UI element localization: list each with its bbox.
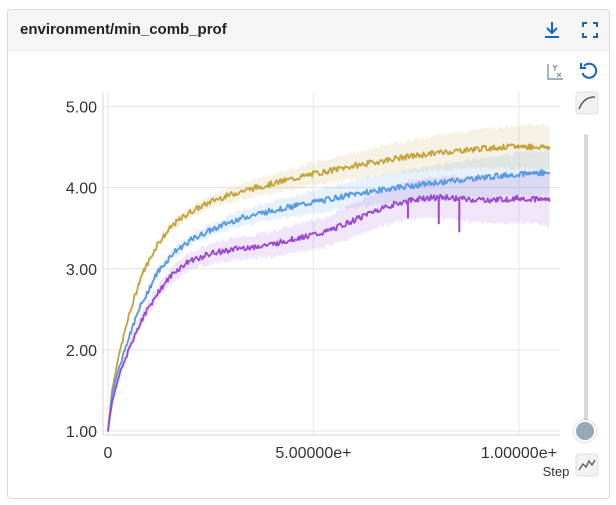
y-tick-label: 4.00 [66, 181, 97, 198]
line-chart[interactable]: 1.002.003.004.005.000 5.00000e+ 1.00000e+ … [0, 0, 616, 505]
y-tick-label: 5.00 [66, 100, 97, 117]
y-tick-label: 3.00 [66, 262, 97, 279]
x-axis-label: Step [543, 464, 570, 479]
x-tick-label: 1.00000e+ [481, 445, 557, 462]
y-tick-label: 2.00 [66, 343, 97, 360]
series-line [107, 193, 551, 432]
x-tick-label: 0 [103, 445, 112, 462]
y-tick-label: 1.00 [66, 424, 97, 441]
x-tick-label: 5.00000e+ [275, 445, 351, 462]
